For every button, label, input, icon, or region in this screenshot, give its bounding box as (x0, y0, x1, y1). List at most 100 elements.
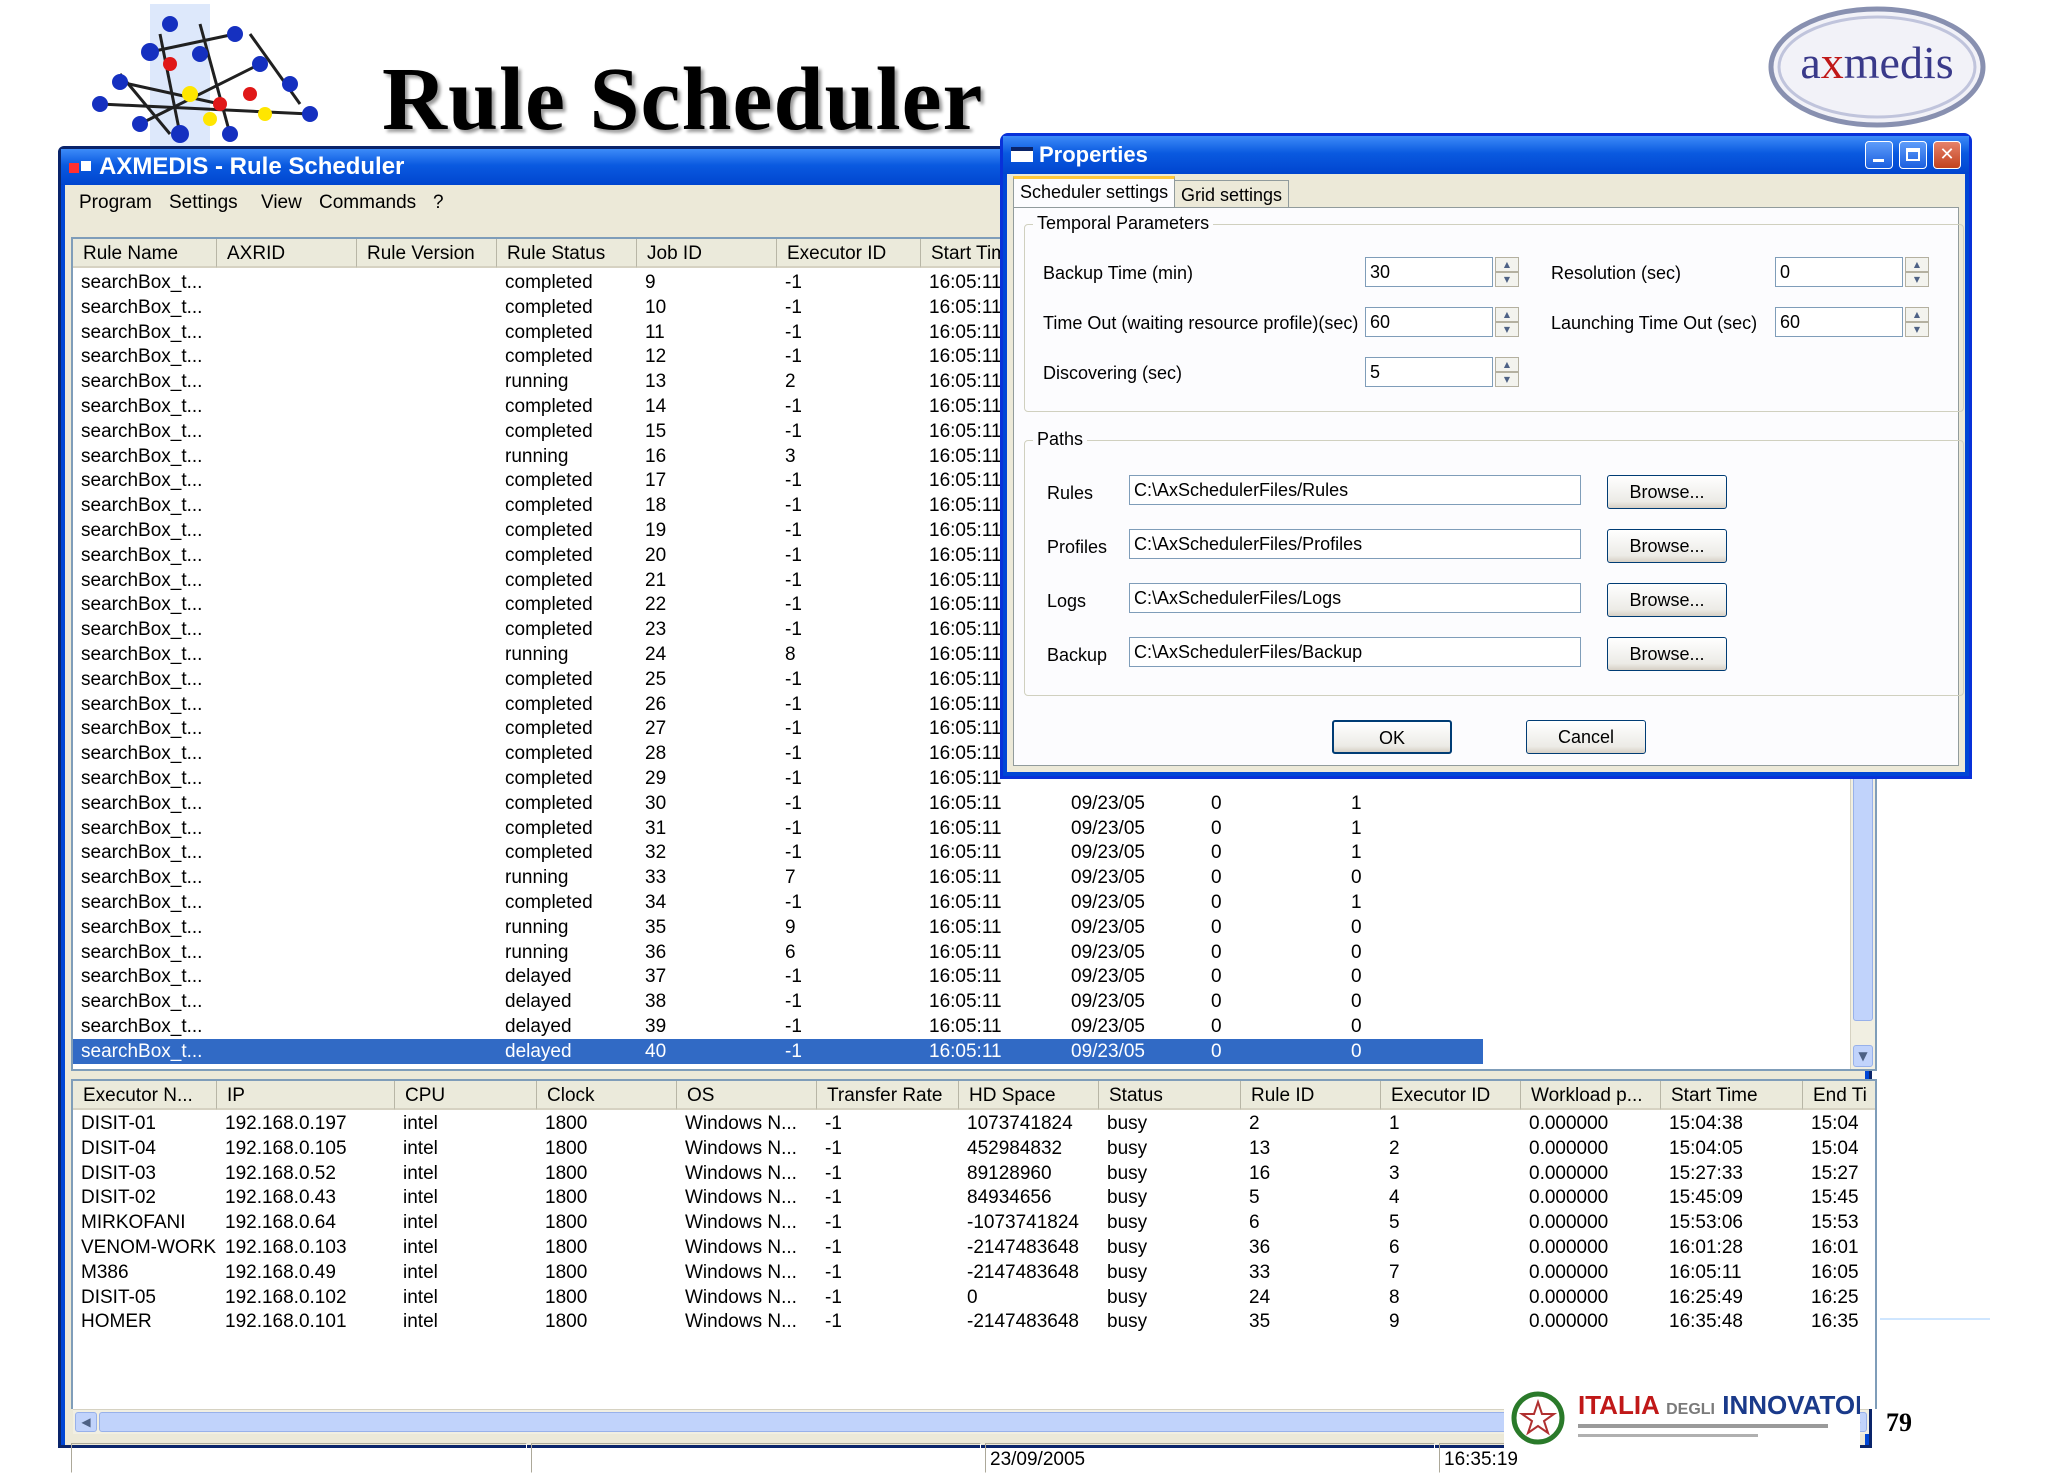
rules-cell: 16 (645, 445, 667, 467)
cancel-button[interactable]: Cancel (1526, 720, 1646, 754)
resolution-field[interactable]: 0 (1775, 257, 1903, 287)
rules-header-2[interactable]: Rule Version (357, 239, 497, 268)
backup-browse-button[interactable]: Browse... (1607, 637, 1727, 671)
executors-cell: 5 (1389, 1212, 1400, 1234)
executors-header-10[interactable]: Workload p... (1521, 1081, 1661, 1110)
rules-header-3[interactable]: Rule Status (497, 239, 637, 268)
rules-cell: 19 (645, 520, 667, 541)
executors-cell: 192.168.0.105 (225, 1137, 347, 1159)
executors-table[interactable]: Executor N... IP CPU Clock OS Transfer Rate HD… (71, 1079, 1877, 1409)
close-icon[interactable]: ✕ (1933, 141, 1961, 169)
rules-cell: 9 (785, 916, 796, 938)
table-row[interactable]: HOMER 192.168.0.101 intel 1800 Windows N... -… (73, 1309, 1875, 1334)
menu-settings[interactable]: Settings (169, 185, 238, 221)
backup-time-spinner[interactable]: ▲ ▼ (1495, 257, 1519, 287)
table-row[interactable]: DISIT-05 192.168.0.102 intel 1800 Windows N.… (73, 1285, 1875, 1310)
table-row[interactable]: searchBox_t... delayed 38 -1 16:05:11 09/23/0… (73, 989, 1483, 1014)
table-row[interactable]: DISIT-03 192.168.0.52 intel 1800 Windows N..… (73, 1161, 1875, 1186)
launching-timeout-spinner[interactable]: ▲ ▼ (1905, 307, 1929, 337)
rules-cell: 0 (1351, 991, 1362, 1013)
table-row[interactable]: searchBox_t... completed 30 -1 16:05:11 09/23… (73, 791, 1483, 816)
executors-cell: -2147483648 (967, 1237, 1079, 1258)
discovering-field[interactable]: 5 (1365, 357, 1493, 387)
executors-header-5[interactable]: Transfer Rate (817, 1081, 959, 1110)
table-row[interactable]: searchBox_t... delayed 37 -1 16:05:11 09/23/0… (73, 964, 1483, 989)
rules-cell: searchBox_t... (81, 470, 203, 492)
rules-cell: searchBox_t... (81, 371, 203, 393)
executors-header-1[interactable]: IP (217, 1081, 395, 1110)
discovering-spinner[interactable]: ▲ ▼ (1495, 357, 1519, 387)
table-row[interactable]: searchBox_t... running 33 7 16:05:11 09/23/05… (73, 865, 1483, 890)
executors-header-9[interactable]: Executor ID (1381, 1081, 1521, 1110)
executors-header-7[interactable]: Status (1099, 1081, 1241, 1110)
table-row[interactable]: searchBox_t... delayed 39 -1 16:05:11 09/23/0… (73, 1014, 1483, 1039)
menu-program[interactable]: Program (79, 185, 152, 221)
rules-cell: running (505, 445, 569, 467)
executors-header-11[interactable]: Start Time (1661, 1081, 1803, 1110)
rules-header-1[interactable]: AXRID (217, 239, 357, 268)
table-row[interactable]: searchBox_t... running 36 6 16:05:11 09/23/05… (73, 940, 1483, 965)
executors-header-12[interactable]: End Ti (1803, 1081, 1875, 1110)
executors-cell: 5 (1249, 1187, 1260, 1209)
tab-grid-settings[interactable]: Grid settings (1174, 180, 1290, 208)
executors-cell: -2147483648 (967, 1311, 1079, 1333)
profiles-browse-button[interactable]: Browse... (1607, 529, 1727, 563)
executors-header-4[interactable]: OS (677, 1081, 817, 1110)
minimize-icon[interactable] (1865, 141, 1893, 169)
table-row[interactable]: searchBox_t... delayed 40 -1 16:05:11 09/23/0… (73, 1038, 1483, 1064)
timeout-spinner[interactable]: ▲ ▼ (1495, 307, 1519, 337)
table-row[interactable]: DISIT-01 192.168.0.197 intel 1800 Windows N.… (73, 1111, 1875, 1136)
rules-cell: completed (505, 346, 593, 368)
scroll-left-arrow-icon[interactable]: ◀ (75, 1412, 97, 1432)
profiles-path-field[interactable]: C:\AxSchedulerFiles/Profiles (1129, 529, 1581, 559)
backup-time-field[interactable]: 30 (1365, 257, 1493, 287)
executors-cell: 16:01:28 (1669, 1237, 1743, 1258)
executors-cell: -1 (825, 1162, 842, 1184)
table-row[interactable]: searchBox_t... completed 31 -1 16:05:11 09/23… (73, 816, 1483, 841)
executors-cell: Windows N... (685, 1113, 797, 1134)
ok-button[interactable]: OK (1332, 720, 1452, 754)
rules-header-0[interactable]: Rule Name (73, 239, 217, 268)
backup-path-field[interactable]: C:\AxSchedulerFiles/Backup (1129, 637, 1581, 667)
rules-cell: 0 (1211, 1040, 1222, 1062)
table-row[interactable]: M386 192.168.0.49 intel 1800 Windows N... -1 -… (73, 1260, 1875, 1285)
maximize-icon[interactable] (1899, 141, 1927, 169)
executors-cell: intel (403, 1113, 438, 1134)
rules-browse-button[interactable]: Browse... (1607, 475, 1727, 509)
logs-browse-button[interactable]: Browse... (1607, 583, 1727, 617)
logs-path-field[interactable]: C:\AxSchedulerFiles/Logs (1129, 583, 1581, 613)
table-row[interactable]: DISIT-04 192.168.0.105 intel 1800 Windows N.… (73, 1136, 1875, 1161)
tab-scheduler-settings[interactable]: Scheduler settings (1013, 176, 1176, 208)
timeout-field[interactable]: 60 (1365, 307, 1493, 337)
executors-header-3[interactable]: Clock (537, 1081, 677, 1110)
rules-cell: 11 (645, 321, 665, 343)
executors-cell: 15:04:38 (1669, 1113, 1743, 1134)
menu-commands[interactable]: Commands (319, 185, 416, 221)
executors-header-8[interactable]: Rule ID (1241, 1081, 1381, 1110)
table-row[interactable]: DISIT-02 192.168.0.43 intel 1800 Windows N..… (73, 1185, 1875, 1210)
executors-cell: 33 (1249, 1261, 1271, 1283)
table-row[interactable]: VENOM-WORK 192.168.0.103 intel 1800 Windows … (73, 1235, 1875, 1260)
executors-header-6[interactable]: HD Space (959, 1081, 1099, 1110)
executors-cell: 4 (1389, 1187, 1400, 1209)
rules-cell: 18 (645, 495, 667, 517)
executors-header-2[interactable]: CPU (395, 1081, 537, 1110)
menu-view[interactable]: View (261, 185, 302, 221)
rules-cell: -1 (785, 619, 802, 641)
table-row[interactable]: MIRKOFANI 192.168.0.64 intel 1800 Windows N.… (73, 1210, 1875, 1235)
launching-timeout-field[interactable]: 60 (1775, 307, 1903, 337)
rules-header-4[interactable]: Job ID (637, 239, 777, 268)
table-row[interactable]: searchBox_t... running 35 9 16:05:11 09/23/05… (73, 915, 1483, 940)
rules-path-field[interactable]: C:\AxSchedulerFiles/Rules (1129, 475, 1581, 505)
rules-cell: 16:05:11 (929, 941, 1002, 963)
resolution-spinner[interactable]: ▲ ▼ (1905, 257, 1929, 287)
rules-cell: 34 (645, 892, 667, 913)
table-row[interactable]: searchBox_t... completed 32 -1 16:05:11 09/23… (73, 840, 1483, 865)
rules-header-5[interactable]: Executor ID (777, 239, 921, 268)
executors-header-0[interactable]: Executor N... (73, 1081, 217, 1110)
properties-titlebar[interactable]: Properties ✕ (1003, 136, 1969, 174)
rules-cell: searchBox_t... (81, 817, 203, 839)
menu-help[interactable]: ? (433, 185, 444, 221)
scroll-down-arrow-icon[interactable]: ▼ (1853, 1045, 1873, 1067)
table-row[interactable]: searchBox_t... completed 34 -1 16:05:11 09/23… (73, 890, 1483, 915)
